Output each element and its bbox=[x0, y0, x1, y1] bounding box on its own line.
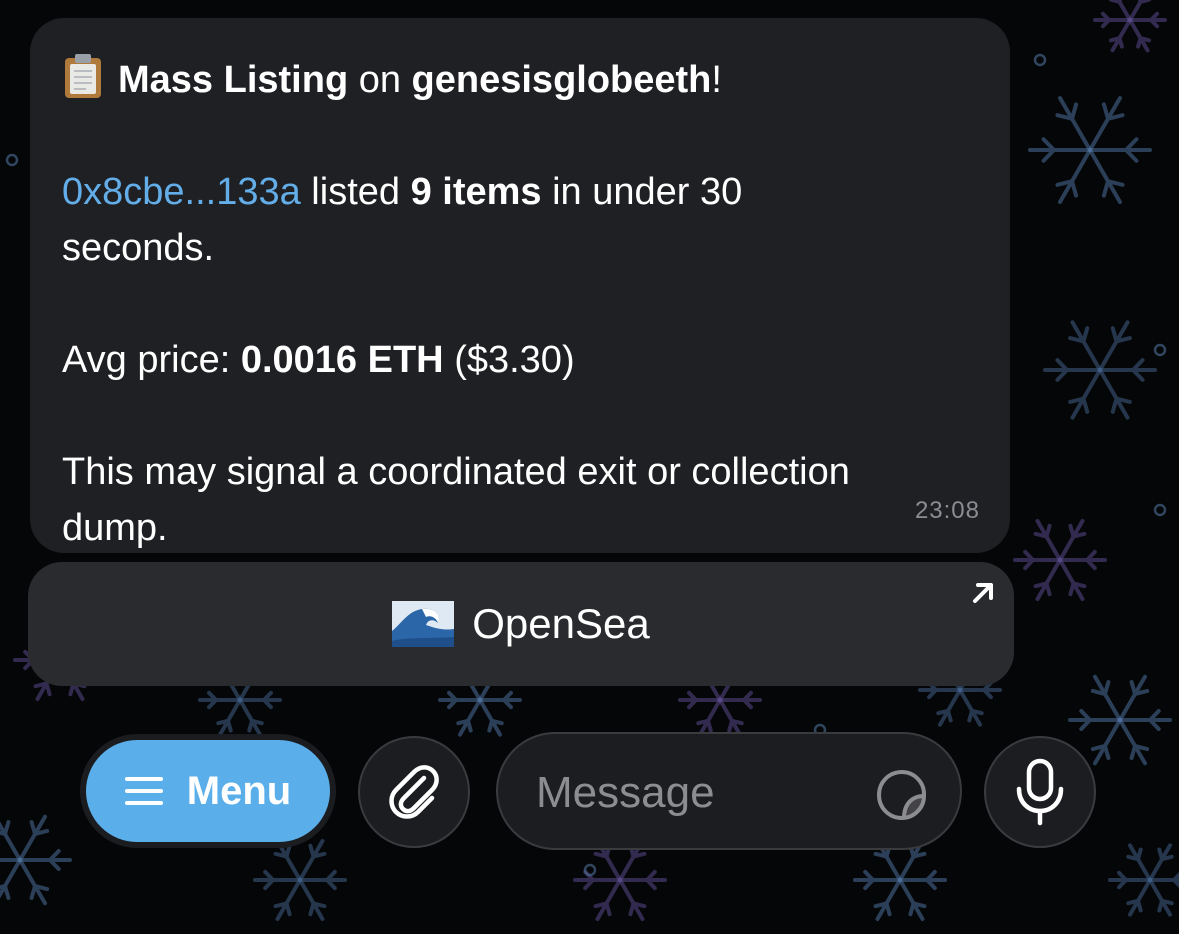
avg-price-label: Avg price: bbox=[62, 339, 241, 381]
clipboard-icon bbox=[65, 54, 101, 98]
microphone-icon bbox=[1016, 758, 1064, 826]
attach-button[interactable] bbox=[358, 736, 470, 848]
snowflake-decoration bbox=[853, 839, 947, 921]
snowflake-decoration bbox=[1043, 320, 1157, 420]
snowflake-decoration bbox=[1093, 0, 1167, 53]
microphone-button[interactable] bbox=[984, 736, 1096, 848]
title-connector: on bbox=[348, 59, 412, 101]
collection-name: genesisglobeeth bbox=[411, 59, 712, 101]
message-input[interactable] bbox=[534, 764, 858, 822]
dot-decoration bbox=[5, 153, 19, 167]
message-bubble: Mass Listing on genesisglobeeth! 0x8cbe.… bbox=[30, 18, 1010, 553]
avg-price-line: Avg price: 0.0016 ETH ($3.30) bbox=[62, 332, 978, 388]
message-field bbox=[496, 732, 962, 850]
snowflake-decoration bbox=[1013, 519, 1107, 601]
paperclip-icon bbox=[389, 765, 439, 819]
avg-price-usd: ($3.30) bbox=[443, 339, 575, 381]
items-count: 9 items bbox=[410, 171, 542, 213]
wallet-address-link[interactable]: 0x8cbe...133a bbox=[62, 171, 301, 213]
menu-label: Menu bbox=[186, 768, 292, 813]
wave-icon bbox=[392, 601, 455, 647]
composer-bar: Menu bbox=[0, 730, 1179, 850]
avg-price-value: 0.0016 ETH bbox=[240, 339, 444, 381]
dot-decoration bbox=[1153, 343, 1167, 357]
dot-decoration bbox=[1153, 503, 1167, 517]
snowflake-decoration bbox=[1108, 843, 1179, 917]
listed-text: listed bbox=[300, 171, 411, 213]
warning-line-2: dump. bbox=[62, 507, 168, 549]
title-exclamation: ! bbox=[711, 59, 722, 101]
snowflake-decoration bbox=[573, 839, 667, 921]
snowflake-decoration bbox=[253, 839, 347, 921]
menu-button[interactable]: Menu bbox=[86, 740, 330, 842]
opensea-label: OpenSea bbox=[472, 600, 650, 647]
warning-line-1: This may signal a coordinated exit or co… bbox=[62, 451, 850, 493]
snowflake-decoration bbox=[1028, 96, 1152, 204]
message-title: Mass Listing on genesisglobeeth! bbox=[62, 52, 978, 108]
dot-decoration bbox=[1033, 53, 1047, 67]
message-timestamp: 23:08 bbox=[914, 497, 980, 524]
external-arrow-icon bbox=[973, 583, 993, 603]
dot-decoration bbox=[583, 863, 597, 877]
listing-line-2: seconds. bbox=[62, 227, 215, 269]
listing-line: 0x8cbe...133a listed 9 items in under 30 bbox=[62, 164, 978, 220]
title-bold: Mass Listing bbox=[118, 59, 349, 101]
hamburger-icon bbox=[124, 777, 163, 805]
listed-text-2: in under 30 bbox=[541, 171, 743, 213]
sticker-icon[interactable] bbox=[874, 766, 930, 822]
opensea-link-button[interactable]: OpenSea bbox=[28, 562, 1014, 686]
